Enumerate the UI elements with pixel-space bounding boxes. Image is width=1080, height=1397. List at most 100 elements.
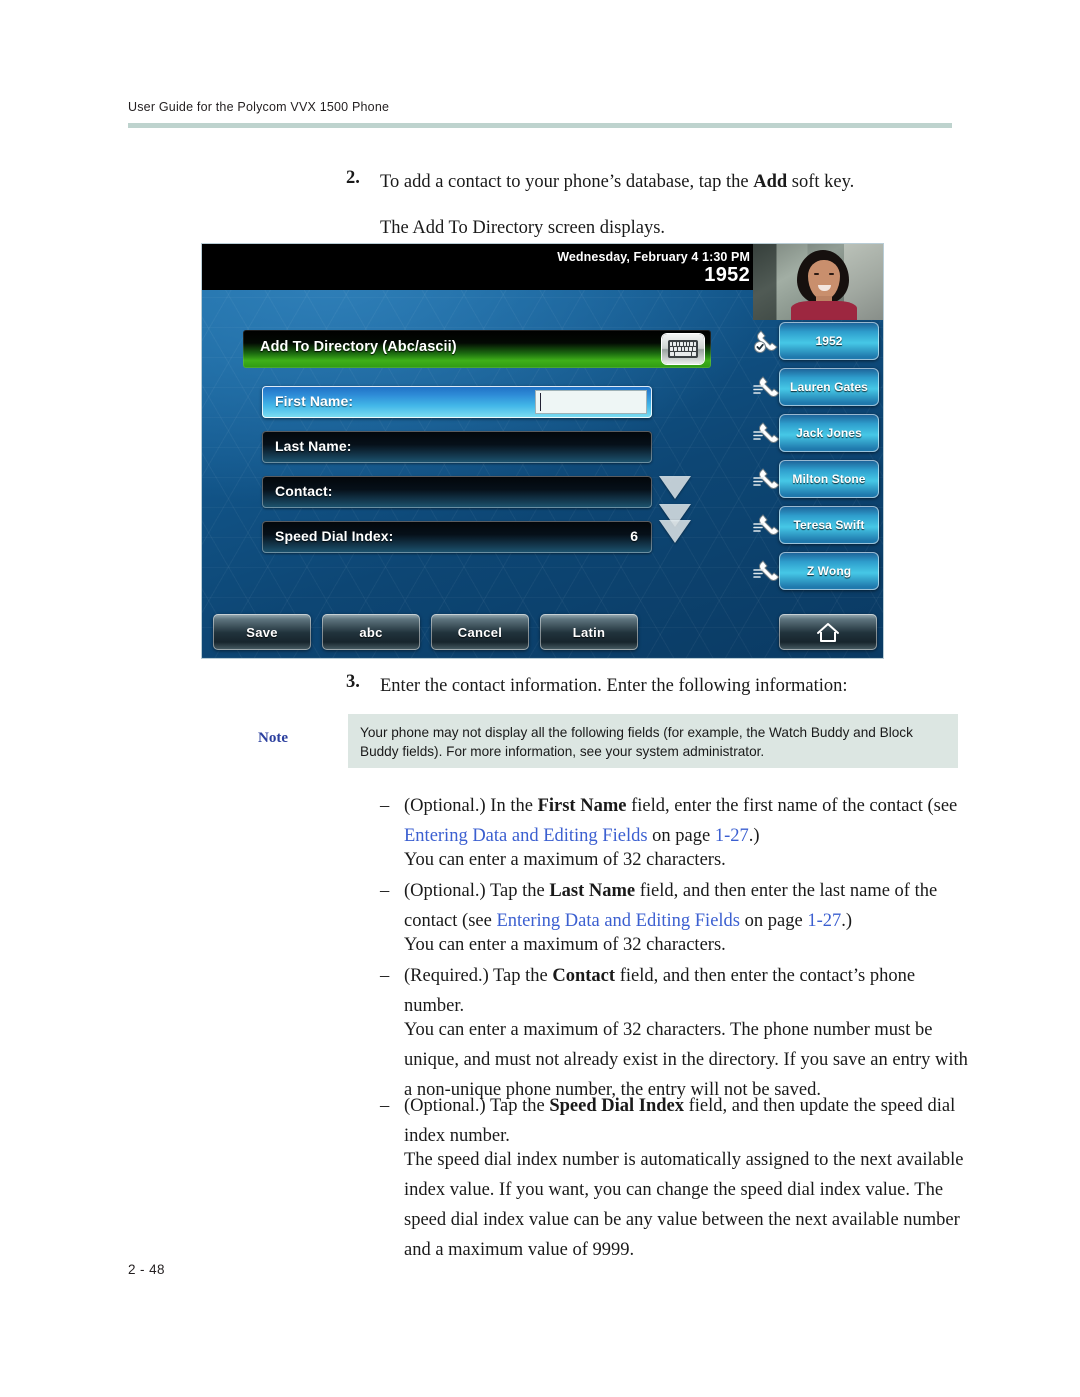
note-label: Note — [258, 730, 288, 746]
bullet-tail: .) — [841, 910, 853, 931]
bullet-dash: – — [380, 881, 390, 901]
bullet-lead: (Required.) Tap the — [404, 966, 553, 986]
paragraph-last-name-max: You can enter a maximum of 32 characters… — [404, 935, 726, 955]
bullet-contact-text: (Required.) Tap the Contact field, and t… — [404, 962, 970, 1022]
field-first-name[interactable]: First Name: — [262, 386, 652, 418]
field-contact[interactable]: Contact: — [262, 476, 652, 508]
avatar-eye-left — [814, 273, 819, 275]
field-last-name[interactable]: Last Name: — [262, 431, 652, 463]
bullet-lead: (Optional.) Tap the — [404, 881, 550, 901]
soft-key-home[interactable] — [779, 614, 877, 650]
soft-key-save[interactable]: Save — [213, 614, 311, 650]
bullet-tail: .) — [748, 825, 760, 846]
line-key-button[interactable]: Jack Jones — [779, 414, 879, 452]
step-3-number: 3. — [346, 672, 360, 692]
handset-icon — [753, 467, 781, 493]
line-key-button[interactable]: Milton Stone — [779, 460, 879, 498]
status-extension: 1952 — [704, 264, 750, 286]
soft-key-label: abc — [359, 624, 383, 640]
paragraph-first-name-max: You can enter a maximum of 32 characters… — [404, 850, 726, 870]
bullet-bold-field: Speed Dial Index — [549, 1096, 684, 1116]
soft-key-label: Latin — [572, 624, 606, 640]
line-key-label: Milton Stone — [792, 472, 866, 486]
line-key-1952[interactable]: 1952 — [753, 322, 883, 362]
step-3-text: Enter the contact information. Enter the… — [380, 676, 848, 696]
note-text: Your phone may not display all the follo… — [360, 725, 913, 760]
handset-registered-icon — [753, 329, 781, 355]
handset-icon — [753, 421, 781, 447]
step-2-number: 2. — [346, 168, 360, 188]
scroll-down-arrows[interactable] — [658, 476, 692, 554]
home-icon — [816, 622, 840, 643]
page-reference-link[interactable]: 1-27 — [807, 911, 841, 931]
bullet-mid2: on page — [647, 825, 715, 846]
page-header: User Guide for the Polycom VVX 1500 Phon… — [128, 100, 952, 128]
line-key-milton-stone[interactable]: Milton Stone — [753, 460, 883, 500]
header-rule — [128, 123, 952, 128]
field-first-name-input[interactable] — [535, 390, 647, 414]
step-2-text-tail: soft key. — [787, 172, 855, 192]
bullet-first-name-text: (Optional.) In the First Name field, ent… — [404, 792, 970, 852]
line-key-button[interactable]: Teresa Swift — [779, 506, 879, 544]
bullet-first-name: – (Optional.) In the First Name field, e… — [380, 792, 970, 852]
soft-key-label: Save — [246, 624, 278, 640]
avatar-shirt — [791, 301, 857, 320]
field-speed-dial-index-value: 6 — [630, 528, 638, 544]
bullet-speed-dial-text: (Optional.) Tap the Speed Dial Index fie… — [404, 1092, 970, 1152]
field-speed-dial-index-label: Speed Dial Index: — [275, 528, 394, 544]
bullet-speed-dial-index: – (Optional.) Tap the Speed Dial Index f… — [380, 1092, 970, 1152]
keyboard-icon-glyph — [668, 340, 698, 358]
line-key-button[interactable]: 1952 — [779, 322, 879, 360]
field-speed-dial-index[interactable]: Speed Dial Index: 6 — [262, 521, 652, 553]
line-key-label: Teresa Swift — [793, 518, 865, 532]
self-view-video[interactable] — [753, 244, 883, 320]
bullet-bold-field: First Name — [537, 796, 627, 816]
status-date-time: Wednesday, February 4 1:30 PM — [557, 250, 750, 264]
note-callout: Note Your phone may not display all the … — [258, 714, 958, 768]
soft-key-label: Cancel — [457, 624, 503, 640]
keyboard-icon[interactable] — [662, 334, 704, 364]
line-key-lauren-gates[interactable]: Lauren Gates — [753, 368, 883, 408]
bullet-mid: field, enter the first name of the conta… — [626, 796, 958, 816]
line-key-jack-jones[interactable]: Jack Jones — [753, 414, 883, 454]
field-first-name-label: First Name: — [275, 393, 354, 409]
chevron-down-icon[interactable] — [659, 520, 691, 543]
handset-icon — [753, 513, 781, 539]
page-reference-link[interactable]: 1-27 — [715, 826, 749, 846]
step-2-bold-add: Add — [753, 172, 788, 192]
bullet-dash: – — [380, 796, 390, 816]
soft-key-cancel[interactable]: Cancel — [431, 614, 529, 650]
line-key-button[interactable]: Lauren Gates — [779, 368, 879, 406]
soft-key-bar: Save abc Cancel Latin — [202, 614, 883, 654]
screen-title-bar: Add To Directory (Abc/ascii) — [243, 330, 711, 368]
bullet-last-name-text: (Optional.) Tap the Last Name field, and… — [404, 877, 970, 937]
soft-key-abc[interactable]: abc — [322, 614, 420, 650]
handset-icon — [753, 375, 781, 401]
field-last-name-label: Last Name: — [275, 438, 352, 454]
line-key-label: Lauren Gates — [790, 380, 868, 394]
bullet-bold-field: Last Name — [549, 881, 636, 901]
line-key-label: Z Wong — [806, 564, 852, 578]
line-key-z-wong[interactable]: Z Wong — [753, 552, 883, 592]
chevron-down-icon[interactable] — [659, 476, 691, 499]
paragraph-speed-dial-details: The speed dial index number is automatic… — [404, 1150, 964, 1260]
line-key-teresa-swift[interactable]: Teresa Swift — [753, 506, 883, 546]
page-footer: 2 - 48 — [128, 1262, 165, 1277]
soft-key-latin[interactable]: Latin — [540, 614, 638, 650]
line-key-button[interactable]: Z Wong — [779, 552, 879, 590]
phone-screenshot: Wednesday, February 4 1:30 PM 1952 Add T… — [202, 244, 883, 658]
bullet-contact: – (Required.) Tap the Contact field, and… — [380, 962, 970, 1022]
line-key-label: Jack Jones — [796, 426, 862, 440]
step-3: 3. Enter the contact information. Enter … — [346, 672, 966, 702]
note-box: Your phone may not display all the follo… — [348, 714, 958, 768]
step-2-text-lead: To add a contact to your phone’s databas… — [380, 172, 754, 192]
cross-reference-link[interactable]: Entering Data and Editing Fields — [404, 826, 648, 846]
handset-icon — [753, 559, 781, 585]
cross-reference-link[interactable]: Entering Data and Editing Fields — [496, 911, 740, 931]
bullet-bold-field: Contact — [552, 966, 616, 986]
field-contact-label: Contact: — [275, 483, 333, 499]
screen-title: Add To Directory (Abc/ascii) — [260, 339, 457, 355]
line-key-list: 1952 Lauren Gates Jack Jones Milton Ston… — [753, 322, 883, 598]
avatar-eye-right — [829, 273, 834, 275]
running-head: User Guide for the Polycom VVX 1500 Phon… — [128, 100, 390, 114]
